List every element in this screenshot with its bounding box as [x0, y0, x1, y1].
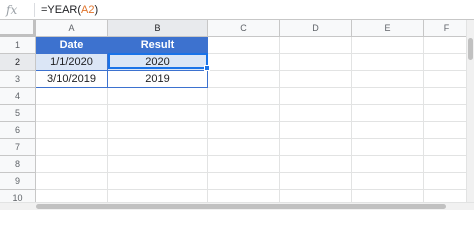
formula-input[interactable]: =YEAR(A2) [41, 3, 98, 17]
formula-cell-reference: A2 [81, 4, 95, 16]
empty-cell[interactable] [280, 105, 352, 122]
empty-cell[interactable] [280, 156, 352, 173]
row-header-1[interactable]: 1 [0, 37, 36, 54]
empty-cell[interactable] [36, 88, 108, 105]
formula-bar: fx =YEAR(A2) [0, 0, 474, 20]
cell-b1-header-result[interactable]: Result [108, 37, 208, 54]
empty-cell[interactable] [108, 190, 208, 202]
cell-a1-header-date[interactable]: Date [36, 37, 108, 54]
empty-cell[interactable] [280, 71, 352, 88]
empty-cell[interactable] [108, 156, 208, 173]
column-header-d[interactable]: D [280, 20, 352, 37]
empty-cell[interactable] [108, 88, 208, 105]
empty-cell[interactable] [280, 190, 352, 202]
empty-cell[interactable] [352, 173, 424, 190]
empty-cell[interactable] [280, 139, 352, 156]
empty-cell[interactable] [36, 156, 108, 173]
empty-cell[interactable] [36, 122, 108, 139]
empty-cell[interactable] [424, 88, 466, 105]
empty-cell[interactable] [352, 190, 424, 202]
empty-cell[interactable] [108, 122, 208, 139]
empty-cell[interactable] [280, 122, 352, 139]
vertical-scrollbar[interactable] [466, 20, 474, 202]
empty-cell[interactable] [208, 173, 280, 190]
empty-cell[interactable] [208, 139, 280, 156]
row-header-9[interactable]: 9 [0, 173, 36, 190]
formula-suffix: ) [94, 4, 99, 16]
empty-cell[interactable] [280, 54, 352, 71]
empty-cell[interactable] [424, 190, 466, 202]
row-header-10[interactable]: 10 [0, 190, 36, 202]
select-all-corner[interactable] [0, 20, 36, 37]
column-header-a[interactable]: A [36, 20, 108, 37]
empty-cell[interactable] [424, 37, 466, 54]
empty-cell[interactable] [208, 54, 280, 71]
column-header-c[interactable]: C [208, 20, 280, 37]
empty-cell[interactable] [424, 156, 466, 173]
row-header-6[interactable]: 6 [0, 122, 36, 139]
row-header-8[interactable]: 8 [0, 156, 36, 173]
empty-cell[interactable] [424, 71, 466, 88]
cell-b3[interactable]: 2019 [108, 71, 208, 88]
empty-cell[interactable] [36, 105, 108, 122]
empty-cell[interactable] [208, 71, 280, 88]
cell-a2[interactable]: 1/1/2020 [36, 54, 108, 71]
empty-cell[interactable] [424, 173, 466, 190]
row-header-7[interactable]: 7 [0, 139, 36, 156]
empty-cell[interactable] [208, 37, 280, 54]
row-header-5[interactable]: 5 [0, 105, 36, 122]
empty-cell[interactable] [352, 37, 424, 54]
empty-cell[interactable] [352, 71, 424, 88]
empty-cell[interactable] [424, 122, 466, 139]
empty-cell[interactable] [208, 156, 280, 173]
horizontal-scroll-thumb[interactable] [36, 204, 446, 209]
empty-cell[interactable] [424, 54, 466, 71]
empty-cell[interactable] [108, 173, 208, 190]
empty-cell[interactable] [208, 105, 280, 122]
row-header-3[interactable]: 3 [0, 71, 36, 88]
empty-cell[interactable] [352, 122, 424, 139]
empty-cell[interactable] [108, 139, 208, 156]
column-header-b[interactable]: B [108, 20, 208, 37]
vertical-scroll-thumb[interactable] [468, 38, 473, 60]
empty-cell[interactable] [280, 88, 352, 105]
row-header-4[interactable]: 4 [0, 88, 36, 105]
empty-cell[interactable] [352, 88, 424, 105]
empty-cell[interactable] [36, 173, 108, 190]
empty-cell[interactable] [36, 190, 108, 202]
empty-cell[interactable] [208, 88, 280, 105]
row-header-2[interactable]: 2 [0, 54, 36, 71]
cell-a3[interactable]: 3/10/2019 [36, 71, 108, 88]
fx-icon: fx [6, 3, 18, 17]
empty-cell[interactable] [280, 37, 352, 54]
formula-prefix: =YEAR( [41, 4, 82, 16]
empty-cell[interactable] [108, 105, 208, 122]
empty-cell[interactable] [208, 122, 280, 139]
formula-bar-divider [34, 3, 35, 17]
fill-handle[interactable] [204, 65, 210, 71]
empty-cell[interactable] [352, 139, 424, 156]
empty-cell[interactable] [352, 105, 424, 122]
column-header-e[interactable]: E [352, 20, 424, 37]
horizontal-scrollbar[interactable] [0, 202, 474, 210]
column-header-f[interactable]: F [424, 20, 466, 37]
spreadsheet-grid: A B C D E F 1 2 3 4 5 6 7 8 9 10 Date Re… [0, 20, 466, 202]
empty-cell[interactable] [352, 156, 424, 173]
empty-cell[interactable] [208, 190, 280, 202]
empty-cell[interactable] [424, 105, 466, 122]
empty-cell[interactable] [352, 54, 424, 71]
cell-b2[interactable]: 2020 [108, 54, 208, 71]
empty-cell[interactable] [280, 173, 352, 190]
empty-cell[interactable] [424, 139, 466, 156]
empty-cell[interactable] [36, 139, 108, 156]
